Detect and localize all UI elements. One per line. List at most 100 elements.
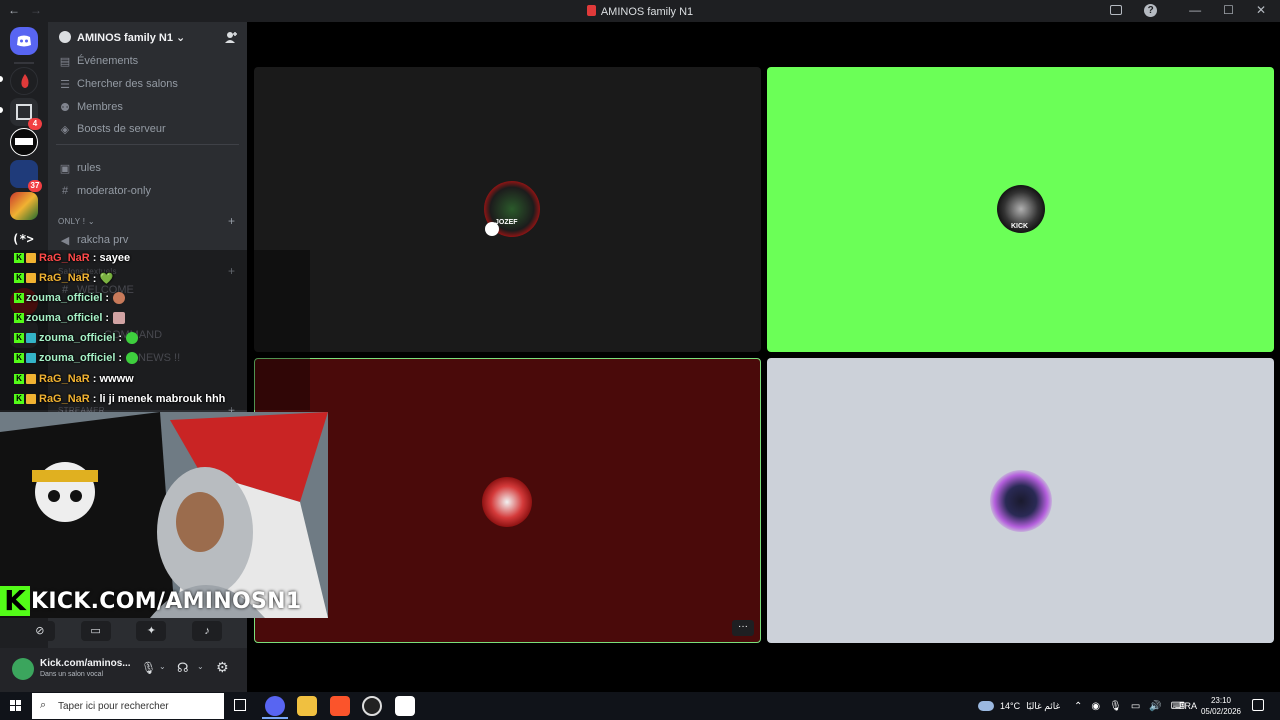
chat-text: : [118, 352, 123, 364]
channel-label: Boosts de serveur [77, 123, 166, 135]
guild-flame-icon[interactable] [10, 67, 38, 95]
crown-badge-icon [26, 374, 36, 384]
task-view-icon[interactable] [234, 699, 246, 711]
crown-badge-icon [26, 273, 36, 283]
chevron-down-icon[interactable]: ⌄ [159, 662, 166, 671]
close-button[interactable]: ✕ [1256, 3, 1266, 17]
volume-icon[interactable]: 🔊 [1149, 701, 1161, 712]
unread-pip [0, 107, 3, 113]
avatar-label: KICK [1011, 223, 1029, 230]
channel-item-browse[interactable]: ☰ Chercher des salons [59, 74, 178, 94]
file-explorer-icon[interactable] [297, 696, 317, 716]
kick-badge-icon: K [14, 273, 24, 283]
chat-username: zouma_officiel [26, 292, 103, 304]
network-icon[interactable]: ▭ [1131, 701, 1140, 712]
og-badge-icon [26, 353, 36, 363]
video-tile-jozef[interactable]: JOZEF [254, 67, 761, 352]
channel-item-rules[interactable]: ▣ rules [59, 158, 101, 178]
emote-icon [113, 292, 126, 304]
stream-url: KICK.COM/AMINOSN1 [31, 588, 302, 614]
kick-badge-icon: K [14, 374, 24, 384]
channel-item-moderator-only[interactable]: # moderator-only [59, 181, 151, 201]
user-panel: Kick.com/aminos... Dans un salon vocal 🎙… [0, 648, 247, 692]
inbox-icon[interactable] [1110, 5, 1123, 15]
title-bar: ← → AMINOS family N1 ? — ☐ ✕ [0, 0, 1280, 22]
window-title-text: AMINOS family N1 [600, 6, 694, 18]
browse-channels-icon: ☰ [60, 78, 70, 91]
emote-icon [126, 332, 139, 344]
avatar[interactable] [12, 658, 34, 680]
guild-code-icon[interactable]: (*> [10, 224, 38, 252]
guild-zoro-icon[interactable] [10, 128, 38, 156]
weather-widget[interactable]: 14°C غائم غالبًا [978, 692, 1060, 720]
rules-icon: ▣ [59, 162, 71, 175]
channel-item-events[interactable]: ▤ Événements [59, 51, 138, 71]
sidebar-divider [56, 144, 239, 145]
maximize-button[interactable]: ☐ [1223, 3, 1234, 17]
microphone-icon[interactable]: 🎙 [141, 661, 156, 675]
discord-taskbar-icon[interactable] [265, 696, 285, 716]
emote-icon [126, 352, 139, 364]
screen-share-icon[interactable]: ▭ [80, 621, 111, 641]
notification-icon[interactable] [1252, 699, 1264, 711]
unread-pip [0, 76, 3, 82]
rail-divider [14, 62, 34, 64]
channel-label: Chercher des salons [77, 78, 178, 90]
mic-tray-icon[interactable]: 🎙 [1109, 701, 1122, 712]
settings-gear-icon[interactable]: ⚙ [216, 659, 229, 676]
windows-start-icon[interactable] [10, 700, 22, 712]
clock[interactable]: 23:10 05/02/2026 [1200, 692, 1242, 720]
language-indicator[interactable]: FRA [1179, 692, 1197, 720]
avatar-label: JOZEF [495, 219, 518, 226]
camera-tray-icon[interactable]: ◉ [1091, 701, 1100, 712]
server-header[interactable]: AMINOS family N1 ⌄ [48, 22, 247, 54]
calendar-icon: ▤ [59, 55, 71, 68]
guild-blue-icon[interactable]: 37 [10, 160, 42, 192]
members-icon: ⚉ [60, 101, 70, 114]
capcut-icon[interactable] [395, 696, 415, 716]
channel-label: Événements [77, 55, 139, 67]
clock-date: 05/02/2026 [1200, 707, 1242, 716]
channel-item-rakcha-prv[interactable]: ◀ rakcha prv [59, 230, 129, 250]
server-name: AMINOS family N1 [77, 32, 173, 44]
taskbar-search-input[interactable]: ⌕ Taper ici pour rechercher [32, 693, 224, 719]
chat-username: zouma_officiel [39, 332, 116, 344]
video-tile-grey[interactable] [767, 358, 1274, 643]
channel-label: Membres [77, 101, 123, 113]
more-options-button[interactable]: ··· [732, 620, 754, 636]
channel-label: moderator-only [77, 185, 151, 197]
create-channel-icon[interactable]: + [228, 214, 235, 228]
chat-message: K RaG_NaR: li ji menek mabrouk hhh [14, 390, 225, 408]
invite-member-icon[interactable] [224, 30, 238, 44]
channel-item-boosts[interactable]: ◈ Boosts de serveur [59, 119, 166, 139]
mention-badge: 37 [28, 180, 42, 192]
chat-text: : [105, 312, 110, 324]
video-tile-red[interactable]: ··· [254, 358, 761, 643]
chevron-down-icon[interactable]: ⌄ [197, 662, 204, 671]
discord-home-icon[interactable] [10, 27, 38, 55]
crown-badge-icon [26, 394, 36, 404]
chevron-up-icon[interactable]: ⌃ [1074, 701, 1082, 712]
camera-off-icon[interactable]: ⊘ [24, 621, 55, 641]
chat-text: : li ji menek mabrouk hhh [92, 393, 226, 405]
help-icon[interactable]: ? [1144, 3, 1158, 17]
kick-badge-icon: K [14, 333, 24, 343]
video-tile-kick[interactable]: KICK [767, 67, 1274, 352]
brave-browser-icon[interactable] [330, 696, 350, 716]
minimize-button[interactable]: — [1189, 3, 1201, 17]
chat-username: RaG_NaR [39, 252, 90, 264]
activities-icon[interactable]: ✦ [136, 621, 167, 641]
soundboard-icon[interactable]: ♪ [192, 621, 223, 641]
chat-message: K zouma_officiel: [14, 289, 126, 307]
channel-item-members[interactable]: ⚉ Membres [59, 97, 123, 117]
guild-cube-icon[interactable]: 4 [10, 98, 42, 130]
obs-icon[interactable] [362, 696, 382, 716]
headphones-icon[interactable]: ☊ [177, 660, 189, 676]
chat-message: K RaG_NaR: sayee [14, 249, 130, 267]
guild-collage-icon[interactable] [10, 192, 38, 220]
kick-badge-icon: K [14, 313, 24, 323]
chat-text: : wwww [92, 373, 134, 385]
search-icon: ⌕ [40, 699, 47, 711]
emote-icon [113, 312, 126, 324]
category-only[interactable]: ONLY ! ⌄ [58, 217, 95, 226]
